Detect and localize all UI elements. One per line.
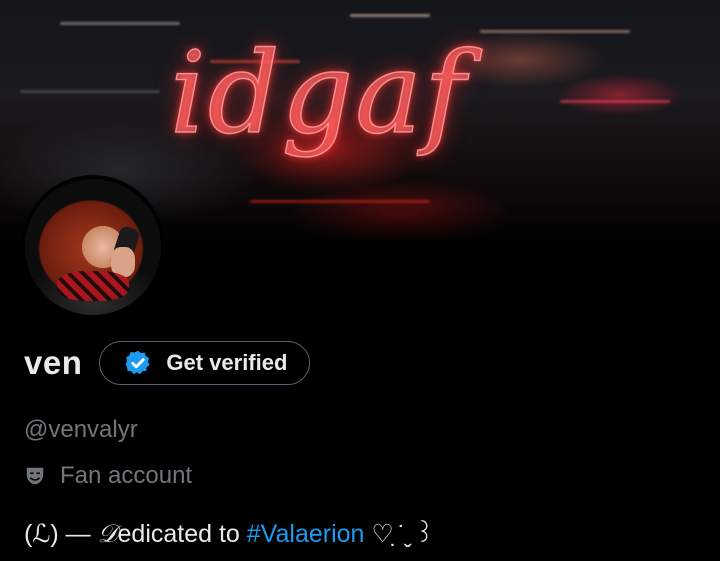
banner-text: idgaf — [169, 29, 468, 159]
get-verified-button[interactable]: Get verified — [99, 341, 311, 385]
get-verified-label: Get verified — [166, 350, 288, 375]
theater-mask-icon — [26, 467, 44, 485]
avatar[interactable] — [21, 175, 165, 319]
hashtag-link[interactable]: #Valaerion — [247, 520, 365, 548]
bio-prefix: (ℒ) — — [24, 520, 98, 548]
light-streak — [20, 90, 160, 93]
display-name: ven — [24, 344, 83, 381]
verified-badge-icon — [125, 350, 151, 375]
category-label: Fan account — [60, 462, 193, 489]
light-streak — [560, 100, 670, 103]
light-streak — [480, 30, 630, 33]
bio-text: edicated to — [117, 520, 247, 548]
light-streak — [60, 22, 180, 25]
user-handle: @venvalyr — [24, 416, 138, 443]
profile-bio: (ℒ) — 𝒟edicated to #Valaerion ♡ ̣̇ ̬ ꒱ — [24, 516, 434, 549]
avatar-scarf — [57, 271, 129, 301]
bio-suffix: ♡ ̣̇ ̬ ꒱ — [364, 520, 435, 548]
bio-script-letter: 𝒟 — [97, 519, 118, 548]
name-row: ven Get verified — [24, 341, 311, 385]
profile-category: Fan account — [24, 462, 192, 490]
light-streak — [350, 14, 430, 17]
